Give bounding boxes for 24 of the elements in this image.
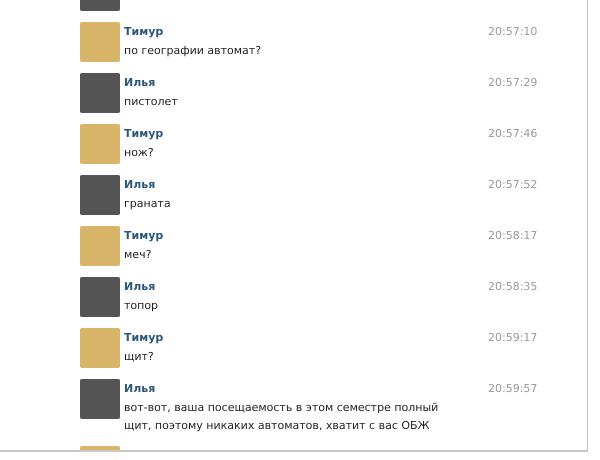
message-time: 20:57:10 [488,24,538,38]
message-text: вот-вот, ваша посещаемость в этом семестре полный щит, поэтому никаких автоматов, хватит с вас ОБЖ [124,400,440,434]
author-name[interactable]: Тимур [124,25,464,39]
author-name[interactable]: Илья [124,178,464,192]
message-time: 20:57:29 [488,75,538,89]
author-name[interactable]: Илья [124,280,464,294]
author-name[interactable]: Тимур [124,127,464,141]
message-text: меч? [124,247,152,263]
message-text: нож? [124,145,155,161]
message-time: 20:58:17 [488,228,538,242]
message-text: пистолет [124,94,179,110]
message-time: 20:59:17 [488,330,538,344]
author-name[interactable]: Илья [124,76,464,90]
message-time: 20:58:35 [488,279,538,293]
message-text: щит? [124,349,155,365]
author-name[interactable]: Тимур [124,331,464,345]
message-text: по географии автомат? [124,43,262,59]
message-time: 20:59:57 [488,381,538,395]
message-text: граната [124,196,172,212]
author-name[interactable]: Тимур [124,229,464,243]
message-time: 20:57:46 [488,126,538,140]
author-name[interactable]: Илья [124,382,464,396]
message-text: топор [124,298,160,314]
message-time: 20:57:52 [488,177,538,191]
